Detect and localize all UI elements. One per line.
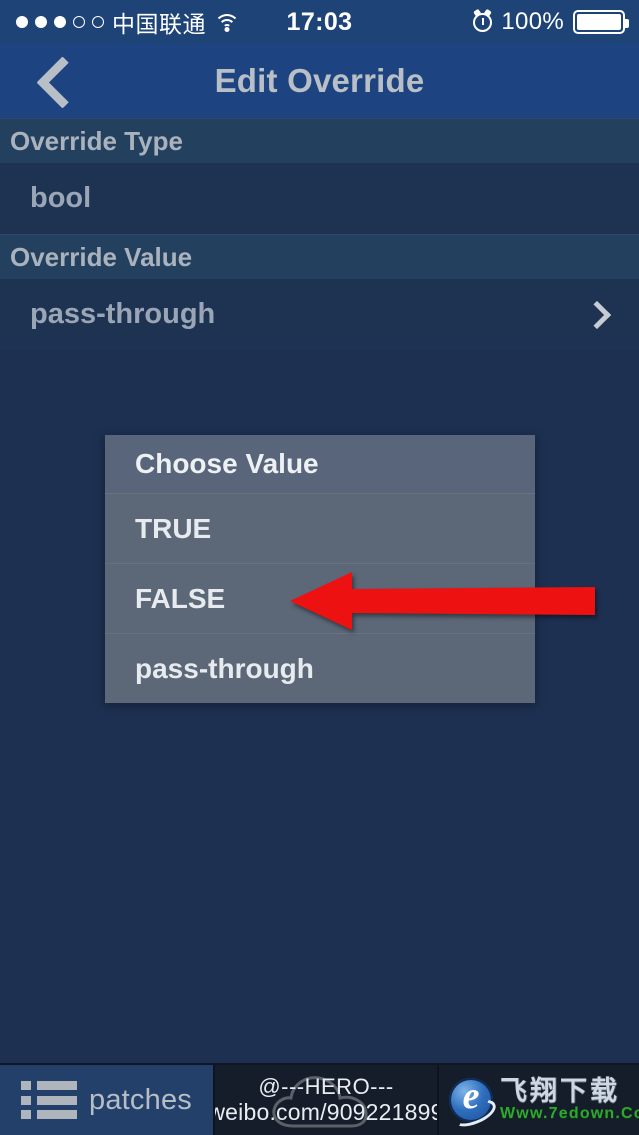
site-logo: 飞翔下载 Www.7edown.Com	[439, 1065, 639, 1135]
section-header-override-type: Override Type	[0, 118, 639, 163]
dialog-option-true[interactable]: TRUE	[105, 493, 535, 563]
battery-percent-label: 100%	[501, 8, 564, 35]
status-bar: 中国联通 17:03 100%	[0, 0, 639, 44]
dialog-option-false[interactable]: FALSE	[105, 563, 535, 633]
dialog-title: Choose Value	[105, 435, 535, 493]
battery-full-icon	[573, 10, 629, 34]
navigation-bar: Edit Override	[0, 44, 639, 118]
list-rows-icon	[21, 1081, 77, 1119]
choose-value-dialog: Choose Value TRUE FALSE pass-through	[105, 435, 535, 703]
watermark-line-1: @---HERO---	[258, 1074, 394, 1100]
row-override-type[interactable]: bool	[0, 163, 639, 234]
tab-patches[interactable]: patches	[0, 1065, 213, 1135]
dialog-option-label: FALSE	[135, 582, 226, 614]
dialog-option-pass-through[interactable]: pass-through	[105, 633, 535, 703]
site-logo-url: Www.7edown.Com	[500, 1105, 639, 1122]
dialog-option-label: pass-through	[135, 652, 314, 684]
internet-explorer-icon	[449, 1074, 493, 1122]
chevron-right-icon	[582, 300, 612, 329]
row-label: bool	[30, 182, 92, 214]
phone-screen: 中国联通 17:03 100% Edit Override Override T…	[0, 0, 639, 1135]
alarm-clock-icon	[473, 12, 493, 32]
section-header-override-value: Override Value	[0, 234, 639, 279]
site-logo-name: 飞翔下载	[500, 1076, 620, 1106]
status-bar-right: 100%	[473, 8, 629, 36]
tab-patches-label: patches	[89, 1083, 192, 1116]
dialog-option-label: TRUE	[135, 512, 212, 544]
settings-list: Override Type bool Override Value pass-t…	[0, 118, 639, 350]
row-override-value[interactable]: pass-through	[0, 279, 639, 350]
watermark-line-2: weibo.com/909221899	[213, 1099, 439, 1126]
site-logo-text: 飞翔下载 Www.7edown.Com	[500, 1078, 639, 1122]
bottom-tab-bar: patches @---HERO--- weibo.com/909221899 …	[0, 1063, 639, 1135]
watermark-overlay: @---HERO--- weibo.com/909221899	[213, 1065, 439, 1135]
row-label: pass-through	[30, 298, 216, 330]
page-title: Edit Override	[214, 62, 425, 99]
